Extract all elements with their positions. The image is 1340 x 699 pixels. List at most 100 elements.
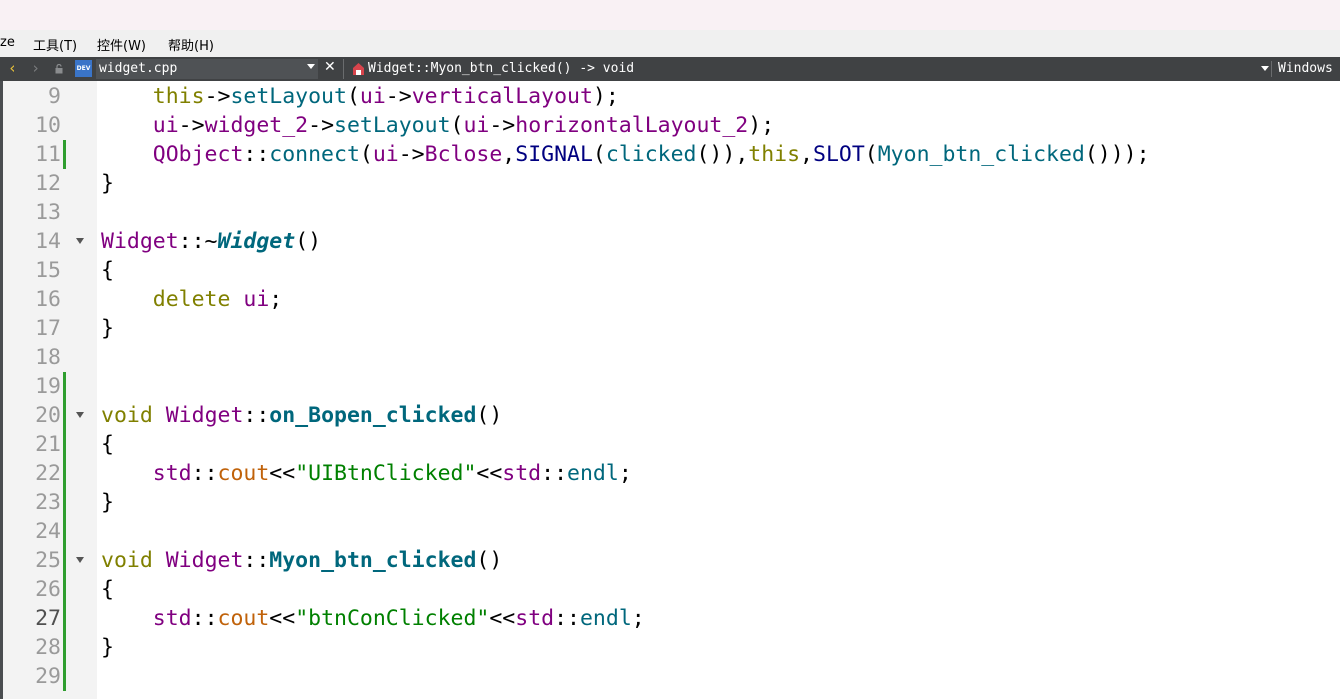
menu-item-partial[interactable]: ze [0,35,15,50]
code-token: ); [592,84,619,109]
code-token: horizontalLayout_2 [515,113,749,138]
code-text: std::cout<<"btnConClicked"<<std::endl; [101,604,645,633]
code-line[interactable]: 14 Widget::~Widget() [0,227,1340,256]
code-line[interactable]: 17} [0,314,1340,343]
code-line[interactable]: 23} [0,488,1340,517]
code-token: Widget [101,229,179,254]
code-line[interactable]: 13 [0,198,1340,227]
code-line[interactable]: 15 { [0,256,1340,285]
code-token: widget_2 [204,113,309,138]
code-token: QObject [152,142,244,167]
code-line[interactable]: 22 std::cout<<"UIBtnClicked"<<std::endl; [0,459,1340,488]
code-token: :: [541,461,568,486]
code-token: } [101,490,114,515]
function-selector[interactable]: Widget::Myon_btn_clicked() -> void [368,61,634,76]
code-token: connect [269,142,360,167]
code-token: ui [243,287,270,312]
line-ending-selector[interactable]: Windows [1278,61,1333,76]
line-number: 16 [35,287,61,312]
code-text: { [101,575,114,604]
menu-item-help[interactable]: 帮助(H) [168,35,214,54]
line-ending-chevron-icon[interactable] [1261,66,1269,71]
code-line[interactable]: 25 void Widget::Myon_btn_clicked() [0,546,1340,575]
code-token: -> [398,142,425,167]
line-number: 14 [35,229,61,254]
code-token: () [295,229,322,254]
lock-icon[interactable] [55,63,63,74]
code-token: << [269,461,296,486]
change-marker [63,372,66,401]
code-token: , [800,142,813,167]
code-token: << [489,606,516,631]
code-text: Widget::~Widget() [101,227,321,256]
code-token: std [152,606,192,631]
code-token: -> [204,84,231,109]
menu-item-controls[interactable]: 控件(W) [97,35,146,54]
code-text: } [101,169,114,198]
change-marker [63,401,66,430]
code-line[interactable]: 12} [0,169,1340,198]
code-text: ui->widget_2->setLayout(ui->horizontalLa… [101,111,774,140]
fold-arrow-icon[interactable] [76,557,84,563]
line-number: 18 [35,345,61,370]
code-line[interactable]: 9 this->setLayout(ui->verticalLayout); [0,82,1340,111]
code-token: () [476,403,503,428]
code-token: endl [579,606,632,631]
code-token: :: [191,461,218,486]
code-line[interactable]: 26 { [0,575,1340,604]
chevron-down-icon [307,64,315,69]
code-token: ui [372,142,399,167]
change-marker [63,575,66,604]
back-arrow-icon[interactable]: ‹ [8,60,17,76]
file-name: widget.cpp [99,61,178,76]
line-number: 11 [35,142,61,167]
code-token: ); [748,113,775,138]
function-icon [352,62,365,80]
fold-arrow-icon[interactable] [76,238,84,244]
code-line[interactable]: 21 { [0,430,1340,459]
code-line[interactable]: 28} [0,633,1340,662]
code-token: Widget [165,403,244,428]
code-line[interactable]: 10 ui->widget_2->setLayout(ui->horizonta… [0,111,1340,140]
code-line[interactable]: 24 [0,517,1340,546]
fold-arrow-icon[interactable] [76,412,84,418]
code-line[interactable]: 27 std::cout<<"btnConClicked"<<std::endl… [0,604,1340,633]
code-token: on_Bopen_clicked [269,403,477,428]
line-number: 13 [35,200,61,225]
code-line[interactable]: 16 delete ui; [0,285,1340,314]
line-number: 21 [35,432,61,457]
code-token: -> [178,113,205,138]
code-token: -> [308,113,335,138]
change-marker [63,430,66,459]
code-token: Myon_btn_clicked [877,142,1085,167]
code-line[interactable]: 18 [0,343,1340,372]
code-token: << [476,461,503,486]
line-number: 29 [35,664,61,689]
code-text: this->setLayout(ui->verticalLayout); [101,82,619,111]
code-token: :: [191,606,218,631]
line-number: 24 [35,519,61,544]
code-line[interactable]: 20 void Widget::on_Bopen_clicked() [0,401,1340,430]
menu-item-tools[interactable]: 工具(T) [33,35,77,54]
code-token: "UIBtnClicked" [295,461,477,486]
change-marker [63,633,66,662]
code-text: std::cout<<"UIBtnClicked"<<std::endl; [101,459,632,488]
forward-arrow-icon[interactable]: › [31,60,40,76]
code-token: :: [554,606,580,631]
code-text: delete ui; [101,285,282,314]
code-token: :: [243,548,270,573]
code-token: } [101,316,114,341]
close-icon[interactable]: ✕ [324,59,336,75]
code-line[interactable]: 19 [0,372,1340,401]
code-line[interactable]: 29 [0,662,1340,691]
file-selector-combo[interactable]: widget.cpp [96,59,318,79]
code-token: ( [346,84,360,109]
code-token: ui [463,113,490,138]
code-token: setLayout [334,113,451,138]
code-line[interactable]: 11 QObject::connect(ui->Bclose,SIGNAL(cl… [0,140,1340,169]
line-number: 19 [35,374,61,399]
